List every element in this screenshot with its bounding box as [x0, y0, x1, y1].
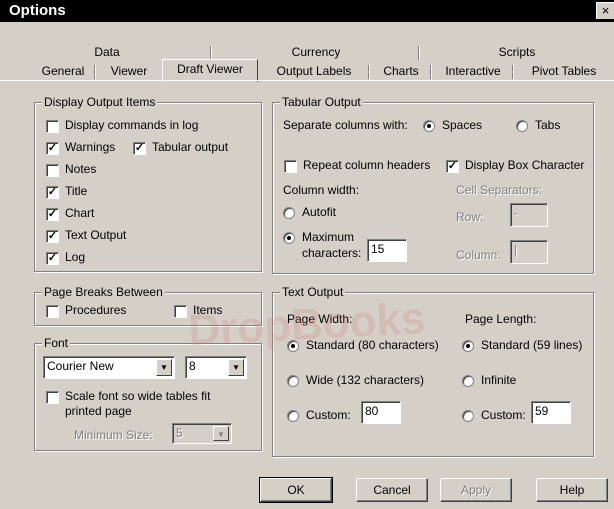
cancel-button[interactable]: Cancel [356, 478, 428, 502]
separate-columns-label: Separate columns with: [283, 118, 408, 132]
standard-length-label: Standard (59 lines) [481, 338, 583, 352]
custom-length-value: 59 [535, 404, 549, 418]
tab-label: Pivot Tables [531, 64, 597, 78]
procedures-checkbox[interactable] [46, 305, 59, 318]
display-commands-label: Display commands in log [65, 118, 199, 132]
cancel-label: Cancel [373, 483, 411, 497]
tab-label: Data [94, 45, 120, 59]
tab-label: Charts [383, 64, 419, 78]
maximum-label: Maximum [302, 230, 355, 244]
title-label: Title [65, 184, 88, 198]
apply-label: Apply [460, 483, 492, 497]
tabular-output-label: Tabular output [152, 140, 229, 154]
tab-pivot-tables[interactable]: Pivot Tables [514, 62, 614, 81]
ok-label: OK [287, 483, 305, 497]
tabular-output-title: Tabular Output [280, 95, 363, 109]
window-title: Options [9, 2, 66, 19]
tab-charts[interactable]: Charts [370, 62, 432, 81]
maximum-radio[interactable] [283, 232, 295, 244]
tab-label: Output Labels [276, 64, 352, 78]
title-bar: Options × [0, 0, 614, 22]
repeat-headers-checkbox[interactable] [284, 160, 297, 173]
spaces-radio[interactable] [423, 120, 435, 132]
font-title: Font [42, 336, 71, 350]
tab-scripts[interactable]: Scripts [420, 43, 614, 62]
tab-panel-edge [0, 80, 614, 81]
tab-viewer[interactable]: Viewer [96, 62, 162, 81]
display-commands-checkbox[interactable] [46, 120, 59, 133]
column-separator-input[interactable]: | [510, 240, 548, 264]
minimum-size-label: Minimum Size: [74, 428, 153, 442]
title-checkbox[interactable]: ✓ [46, 186, 59, 199]
text-output-checkbox[interactable]: ✓ [46, 230, 59, 243]
autofit-radio[interactable] [283, 207, 295, 219]
chart-checkbox[interactable]: ✓ [46, 208, 59, 221]
ok-button[interactable]: OK [259, 477, 333, 503]
watermark: DropBooks [187, 293, 427, 356]
log-checkbox[interactable]: ✓ [46, 252, 59, 265]
help-button[interactable]: Help [536, 478, 608, 502]
scale-font-label-line2: printed page [65, 404, 132, 418]
warnings-label: Warnings [65, 140, 116, 154]
tab-label: Viewer [110, 64, 148, 78]
tab-output-labels[interactable]: Output Labels [258, 62, 370, 81]
page-breaks-title: Page Breaks Between [42, 285, 165, 299]
column-width-label: Column width: [283, 183, 360, 197]
close-button[interactable]: × [596, 2, 614, 19]
tab-label: Interactive [445, 64, 501, 78]
maximum-characters-value: 15 [371, 242, 385, 256]
scale-font-checkbox[interactable] [46, 391, 59, 404]
tab-label: General [41, 64, 85, 78]
apply-button[interactable]: Apply [440, 478, 512, 502]
chart-label: Chart [65, 206, 95, 220]
display-box-checkbox[interactable]: ✓ [446, 160, 459, 173]
tab-label: Draft Viewer [177, 62, 243, 76]
column-label: Column: [456, 248, 501, 262]
display-output-title: Display Output Items [42, 95, 158, 109]
tab-label: Scripts [498, 45, 536, 59]
column-separator-value: | [514, 243, 518, 257]
row-separator-input[interactable]: - [510, 203, 548, 227]
text-output-label: Text Output [65, 228, 127, 242]
text-output-title: Text Output [280, 285, 346, 299]
characters-label: characters: [302, 246, 362, 260]
cell-separators-label: Cell Separators: [456, 183, 543, 197]
tab-interactive[interactable]: Interactive [432, 62, 514, 81]
row-separator-value: - [514, 206, 518, 220]
custom-length-label: Custom: [481, 408, 526, 422]
row-label: Row: [456, 210, 484, 224]
tabs-radio[interactable] [516, 120, 528, 132]
tab-draft-viewer[interactable]: Draft Viewer [162, 59, 258, 82]
display-box-label: Display Box Character [465, 158, 585, 172]
procedures-label: Procedures [65, 303, 127, 317]
repeat-headers-label: Repeat column headers [303, 158, 431, 172]
custom-length-input[interactable]: 59 [531, 401, 571, 424]
log-label: Log [65, 250, 86, 264]
notes-checkbox[interactable] [46, 164, 59, 177]
autofit-label: Autofit [302, 205, 337, 219]
notes-label: Notes [65, 162, 97, 176]
infinite-label: Infinite [481, 373, 517, 387]
tab-general[interactable]: General [30, 62, 96, 81]
tabs-label: Tabs [535, 118, 561, 132]
font-family-value: Courier New [47, 359, 114, 373]
warnings-checkbox[interactable]: ✓ [46, 142, 59, 155]
tab-label: Currency [291, 45, 341, 59]
tabular-output-checkbox[interactable]: ✓ [133, 142, 146, 155]
maximum-characters-input[interactable]: 15 [367, 239, 407, 262]
spaces-label: Spaces [442, 118, 483, 132]
help-label: Help [559, 483, 585, 497]
